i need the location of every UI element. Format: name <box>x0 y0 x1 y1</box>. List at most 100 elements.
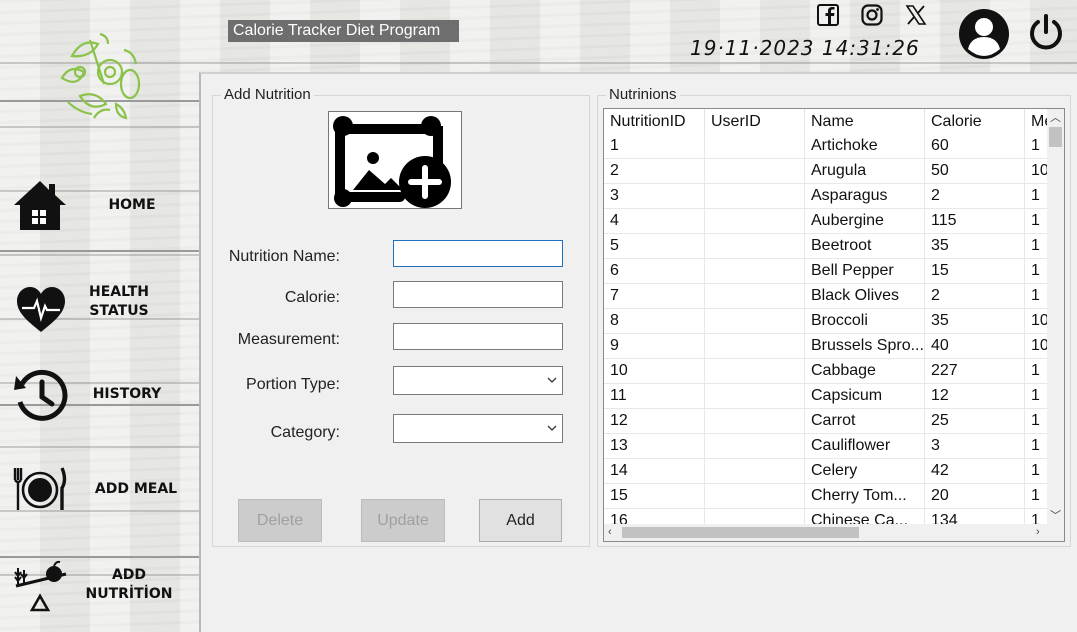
column-header[interactable]: Name <box>805 109 925 134</box>
table-cell <box>705 134 805 159</box>
nutritions-table[interactable]: NutritionID UserID Name Calorie Me 1 Arti… <box>603 108 1065 542</box>
table-cell: 50 <box>925 159 1025 184</box>
table-cell: Asparagus <box>805 184 925 209</box>
portion-type-select[interactable] <box>393 366 563 395</box>
update-button[interactable]: Update <box>361 499 445 542</box>
table-cell: 12 <box>925 384 1025 409</box>
table-cell: 9 <box>604 334 705 359</box>
vertical-scrollbar[interactable]: ︿ ﹀ <box>1047 109 1064 525</box>
calorie-field[interactable] <box>393 281 563 308</box>
column-header[interactable]: UserID <box>705 109 805 134</box>
table-cell <box>705 359 805 384</box>
table-cell: Celery <box>805 459 925 484</box>
table-cell: 1 <box>1025 134 1049 159</box>
table-cell: 227 <box>925 359 1025 384</box>
table-cell: Arugula <box>805 159 925 184</box>
add-image-icon <box>333 116 451 208</box>
table-row[interactable]: 1 Artichoke 60 1 <box>604 134 1049 159</box>
scroll-right-icon[interactable]: › <box>1036 527 1040 538</box>
portion-type-label: Portion Type: <box>246 376 340 393</box>
nutrition-name-input[interactable] <box>394 241 562 266</box>
table-row[interactable]: 14 Celery 42 1 <box>604 459 1049 484</box>
table-cell: Artichoke <box>805 134 925 159</box>
table-row[interactable]: 3 Asparagus 2 1 <box>604 184 1049 209</box>
table-cell: Aubergine <box>805 209 925 234</box>
scroll-up-icon[interactable]: ︿ <box>1050 113 1061 124</box>
group-title: Add Nutrition <box>221 87 314 103</box>
heart-pulse-icon <box>17 287 65 332</box>
table-cell: 6 <box>604 259 705 284</box>
category-label: Category: <box>270 424 340 441</box>
user-avatar-icon[interactable] <box>958 8 1010 60</box>
table-cell: Brussels Spro... <box>805 334 925 359</box>
table-cell: Broccoli <box>805 309 925 334</box>
table-cell: 1 <box>1025 209 1049 234</box>
table-cell: 1 <box>1025 484 1049 509</box>
table-row[interactable]: 10 Cabbage 227 1 <box>604 359 1049 384</box>
table-row[interactable]: 11 Capsicum 12 1 <box>604 384 1049 409</box>
sidebar-item-add-nutrition[interactable]: ADD NUTRİTİON <box>0 560 199 630</box>
x-icon[interactable] <box>905 4 927 26</box>
table-row[interactable]: 7 Black Olives 2 1 <box>604 284 1049 309</box>
sidebar-item-label-2: STATUS <box>89 303 149 319</box>
table-cell: 20 <box>925 484 1025 509</box>
facebook-icon[interactable] <box>817 4 839 26</box>
sidebar-item-history[interactable]: HISTORY <box>0 362 199 432</box>
column-header[interactable]: NutritionID <box>604 109 705 134</box>
power-icon[interactable] <box>1028 14 1064 50</box>
table-cell <box>705 284 805 309</box>
table-cell: 5 <box>604 234 705 259</box>
table-cell <box>705 434 805 459</box>
sidebar-item-home[interactable]: HOME <box>0 170 199 240</box>
horizontal-scrollbar[interactable]: ‹ › <box>604 524 1049 541</box>
sidebar-item-label: ADD <box>111 567 147 583</box>
table-cell: 1 <box>1025 384 1049 409</box>
sidebar-item-add-meal[interactable]: ADD MEAL <box>0 456 199 526</box>
column-header[interactable]: Me <box>1025 109 1049 134</box>
instagram-icon[interactable] <box>861 4 883 26</box>
table-row[interactable]: 8 Broccoli 35 10 <box>604 309 1049 334</box>
table-cell: 2 <box>604 159 705 184</box>
delete-button[interactable]: Delete <box>238 499 322 542</box>
table-cell <box>705 159 805 184</box>
scroll-left-icon[interactable]: ‹ <box>608 527 612 538</box>
add-button[interactable]: Add <box>479 499 562 542</box>
calorie-input[interactable] <box>394 282 562 307</box>
measurement-field[interactable] <box>393 323 563 350</box>
table-cell: 15 <box>604 484 705 509</box>
table-cell: 115 <box>925 209 1025 234</box>
nutrition-name-field[interactable] <box>393 240 563 267</box>
table-cell: 4 <box>604 209 705 234</box>
table-row[interactable]: 6 Bell Pepper 15 1 <box>604 259 1049 284</box>
table-row[interactable]: 5 Beetroot 35 1 <box>604 234 1049 259</box>
table-cell: Beetroot <box>805 234 925 259</box>
table-row[interactable]: 2 Arugula 50 10 <box>604 159 1049 184</box>
table-cell: 15 <box>925 259 1025 284</box>
sidebar-item-health-status[interactable]: HEALTH STATUS <box>0 272 199 342</box>
category-select[interactable] <box>393 414 563 443</box>
table-row[interactable]: 9 Brussels Spro... 40 10 <box>604 334 1049 359</box>
table-cell: 1 <box>604 134 705 159</box>
table-cell: 25 <box>925 409 1025 434</box>
column-header[interactable]: Calorie <box>925 109 1025 134</box>
table-cell: 12 <box>604 409 705 434</box>
measurement-label: Measurement: <box>237 331 340 348</box>
table-row[interactable]: 12 Carrot 25 1 <box>604 409 1049 434</box>
table-header: NutritionID UserID Name Calorie Me <box>604 109 1049 134</box>
table-row[interactable]: 13 Cauliflower 3 1 <box>604 434 1049 459</box>
table-cell: 8 <box>604 309 705 334</box>
table-row[interactable]: 4 Aubergine 115 1 <box>604 209 1049 234</box>
table-cell: 10 <box>1025 334 1049 359</box>
nutrition-image-picker[interactable] <box>328 111 462 209</box>
table-row[interactable]: 15 Cherry Tom... 20 1 <box>604 484 1049 509</box>
scroll-thumb[interactable] <box>622 527 859 538</box>
table-cell: 11 <box>604 384 705 409</box>
table-cell: 1 <box>1025 359 1049 384</box>
scroll-thumb[interactable] <box>1049 127 1062 147</box>
table-cell: 2 <box>925 184 1025 209</box>
table-cell: Bell Pepper <box>805 259 925 284</box>
table-cell: 3 <box>925 434 1025 459</box>
table-cell: 1 <box>1025 184 1049 209</box>
scroll-down-icon[interactable]: ﹀ <box>1050 511 1061 522</box>
measurement-input[interactable] <box>394 324 562 349</box>
